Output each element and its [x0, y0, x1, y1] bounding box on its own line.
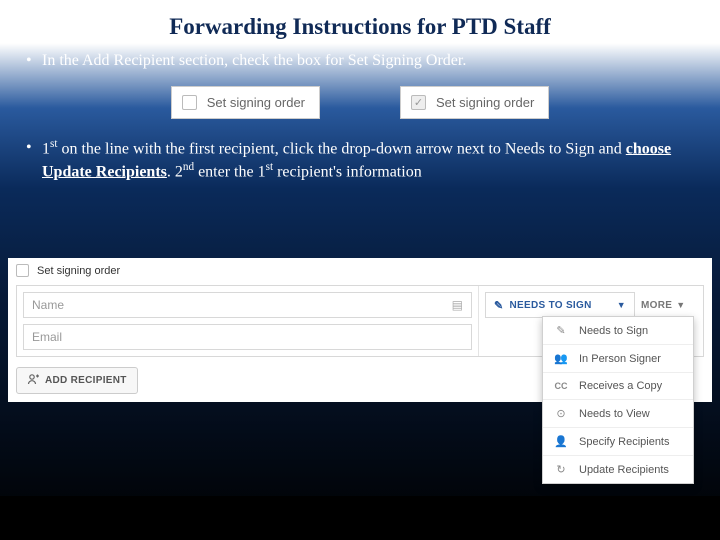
dropdown-item-update-recipients[interactable]: ↻ Update Recipients: [543, 455, 693, 483]
name-field[interactable]: Name ▤: [23, 292, 472, 318]
dropdown-label: Receives a Copy: [579, 380, 662, 392]
dropdown-item-needs-to-sign[interactable]: ✎ Needs to Sign: [543, 317, 693, 344]
signing-order-label: Set signing order: [436, 95, 534, 110]
bullet-2-text: 1st on the line with the first recipient…: [42, 137, 680, 183]
set-signing-order-checkbox[interactable]: [16, 264, 29, 277]
dropdown-item-in-person-signer[interactable]: 👥 In Person Signer: [543, 344, 693, 372]
page-title: Forwarding Instructions for PTD Staff: [0, 0, 720, 46]
refresh-icon: ↻: [553, 463, 569, 476]
chevron-down-icon: ▼: [617, 300, 626, 310]
needs-to-sign-dropdown[interactable]: ✎ NEEDS TO SIGN ▼: [485, 292, 635, 318]
email-field[interactable]: Email: [23, 324, 472, 350]
dropdown-label: In Person Signer: [579, 353, 661, 365]
more-dropdown[interactable]: MORE ▼: [641, 292, 685, 318]
signing-order-unchecked-example: Set signing order: [171, 86, 320, 119]
add-person-icon: [27, 373, 39, 388]
eye-icon: ⊙: [553, 407, 569, 420]
person-icon: 👤: [553, 435, 569, 448]
checkbox-checked-icon: ✓: [411, 95, 426, 110]
bullet-dot: •: [24, 137, 42, 183]
add-recipient-button[interactable]: ADD RECIPIENT: [16, 367, 138, 394]
signing-order-checked-example: ✓ Set signing order: [400, 86, 549, 119]
recipient-fields: Name ▤ Email: [17, 286, 479, 356]
dropdown-item-specify-recipients[interactable]: 👤 Specify Recipients: [543, 427, 693, 455]
set-signing-order-row: Set signing order: [8, 258, 712, 285]
add-recipient-label: ADD RECIPIENT: [45, 375, 127, 386]
email-placeholder: Email: [32, 330, 62, 344]
pen-icon: ✎: [553, 324, 569, 337]
dropdown-label: Needs to Sign: [579, 325, 648, 337]
name-placeholder: Name: [32, 298, 64, 312]
chevron-down-icon: ▼: [676, 300, 685, 310]
bullet-1: • In the Add Recipient section, check th…: [0, 46, 720, 76]
bottom-bar: [0, 496, 720, 540]
bullet-1-text: In the Add Recipient section, check the …: [42, 50, 680, 72]
contact-card-icon[interactable]: ▤: [452, 298, 463, 312]
more-label: MORE: [641, 300, 672, 311]
needs-to-sign-label: NEEDS TO SIGN: [510, 300, 592, 311]
cc-icon: CC: [553, 381, 569, 391]
inset-examples: Set signing order ✓ Set signing order: [0, 76, 720, 133]
role-dropdown-menu: ✎ Needs to Sign 👥 In Person Signer CC Re…: [542, 316, 694, 484]
bullet-dot: •: [24, 50, 42, 72]
dropdown-label: Update Recipients: [579, 464, 669, 476]
signing-order-label: Set signing order: [207, 95, 305, 110]
set-signing-order-label: Set signing order: [37, 265, 120, 277]
pen-icon: ✎: [494, 299, 504, 312]
dropdown-label: Needs to View: [579, 408, 650, 420]
checkbox-unchecked-icon: [182, 95, 197, 110]
dropdown-item-needs-to-view[interactable]: ⊙ Needs to View: [543, 399, 693, 427]
bullet-2: • 1st on the line with the first recipie…: [0, 133, 720, 187]
dropdown-item-receives-copy[interactable]: CC Receives a Copy: [543, 372, 693, 399]
dropdown-label: Specify Recipients: [579, 436, 670, 448]
people-icon: 👥: [553, 352, 569, 365]
